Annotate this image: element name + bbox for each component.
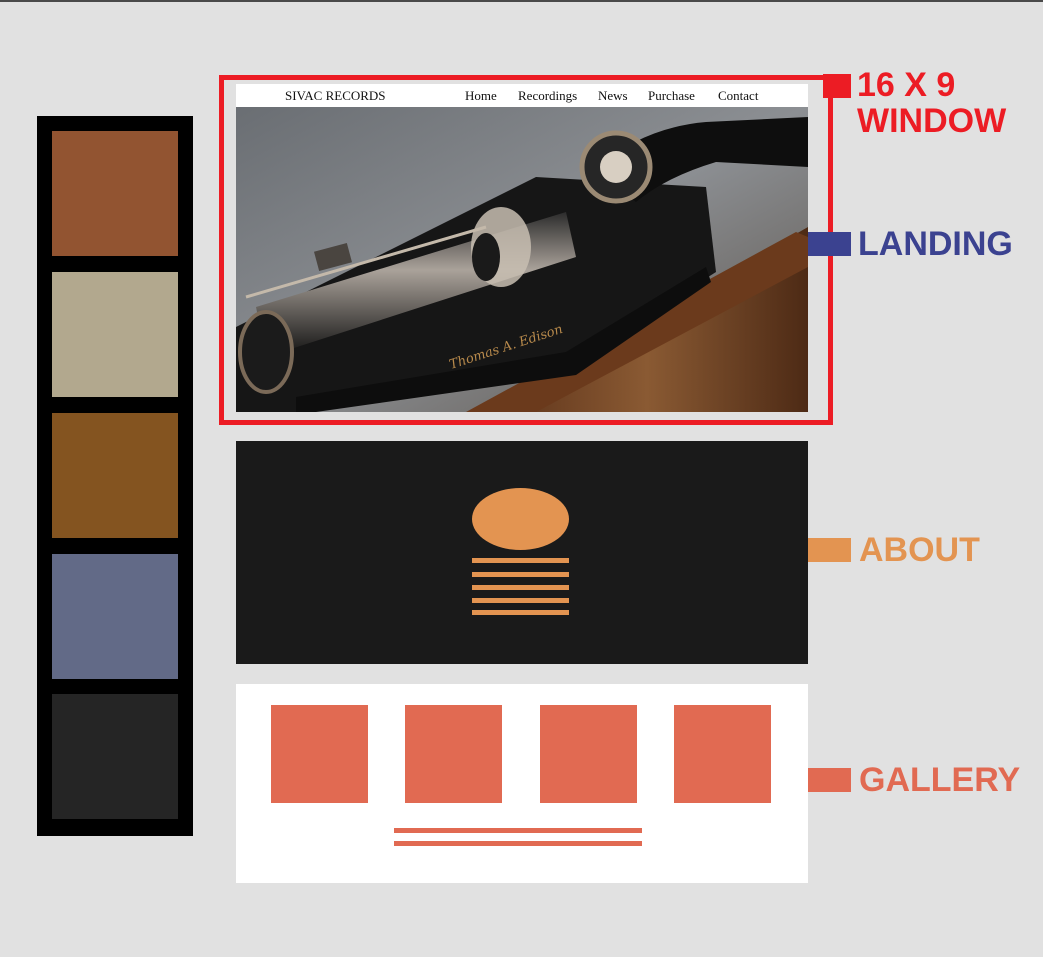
about-image-placeholder [472,488,569,550]
landing-label: LANDING [858,225,1013,263]
gallery-thumbnail[interactable] [674,705,771,803]
swatch-charcoal [52,694,178,819]
gallery-text-line [394,828,642,833]
gallery-mockup [236,684,808,883]
gallery-marker [808,768,851,792]
gallery-thumbnail[interactable] [405,705,502,803]
window-label-line2: WINDOW [857,102,1007,140]
window-label-line1: 16 X 9 [857,66,956,104]
landing-marker [808,232,851,256]
gallery-label: GALLERY [859,761,1021,799]
about-text-line [472,598,569,603]
swatch-tan [52,272,178,397]
window-marker [823,74,851,98]
about-text-line [472,572,569,577]
swatch-slate-blue [52,554,178,679]
about-marker [808,538,851,562]
window-frame [219,75,833,425]
about-text-line [472,610,569,615]
about-mockup [236,441,808,664]
about-text-line [472,585,569,590]
about-text-line [472,558,569,563]
top-border [0,0,1043,2]
color-palette [37,116,193,836]
gallery-text-line [394,841,642,846]
gallery-thumbnail[interactable] [271,705,368,803]
swatch-brown [52,413,178,538]
gallery-thumbnail[interactable] [540,705,637,803]
swatch-rust [52,131,178,256]
about-label: ABOUT [859,531,980,569]
